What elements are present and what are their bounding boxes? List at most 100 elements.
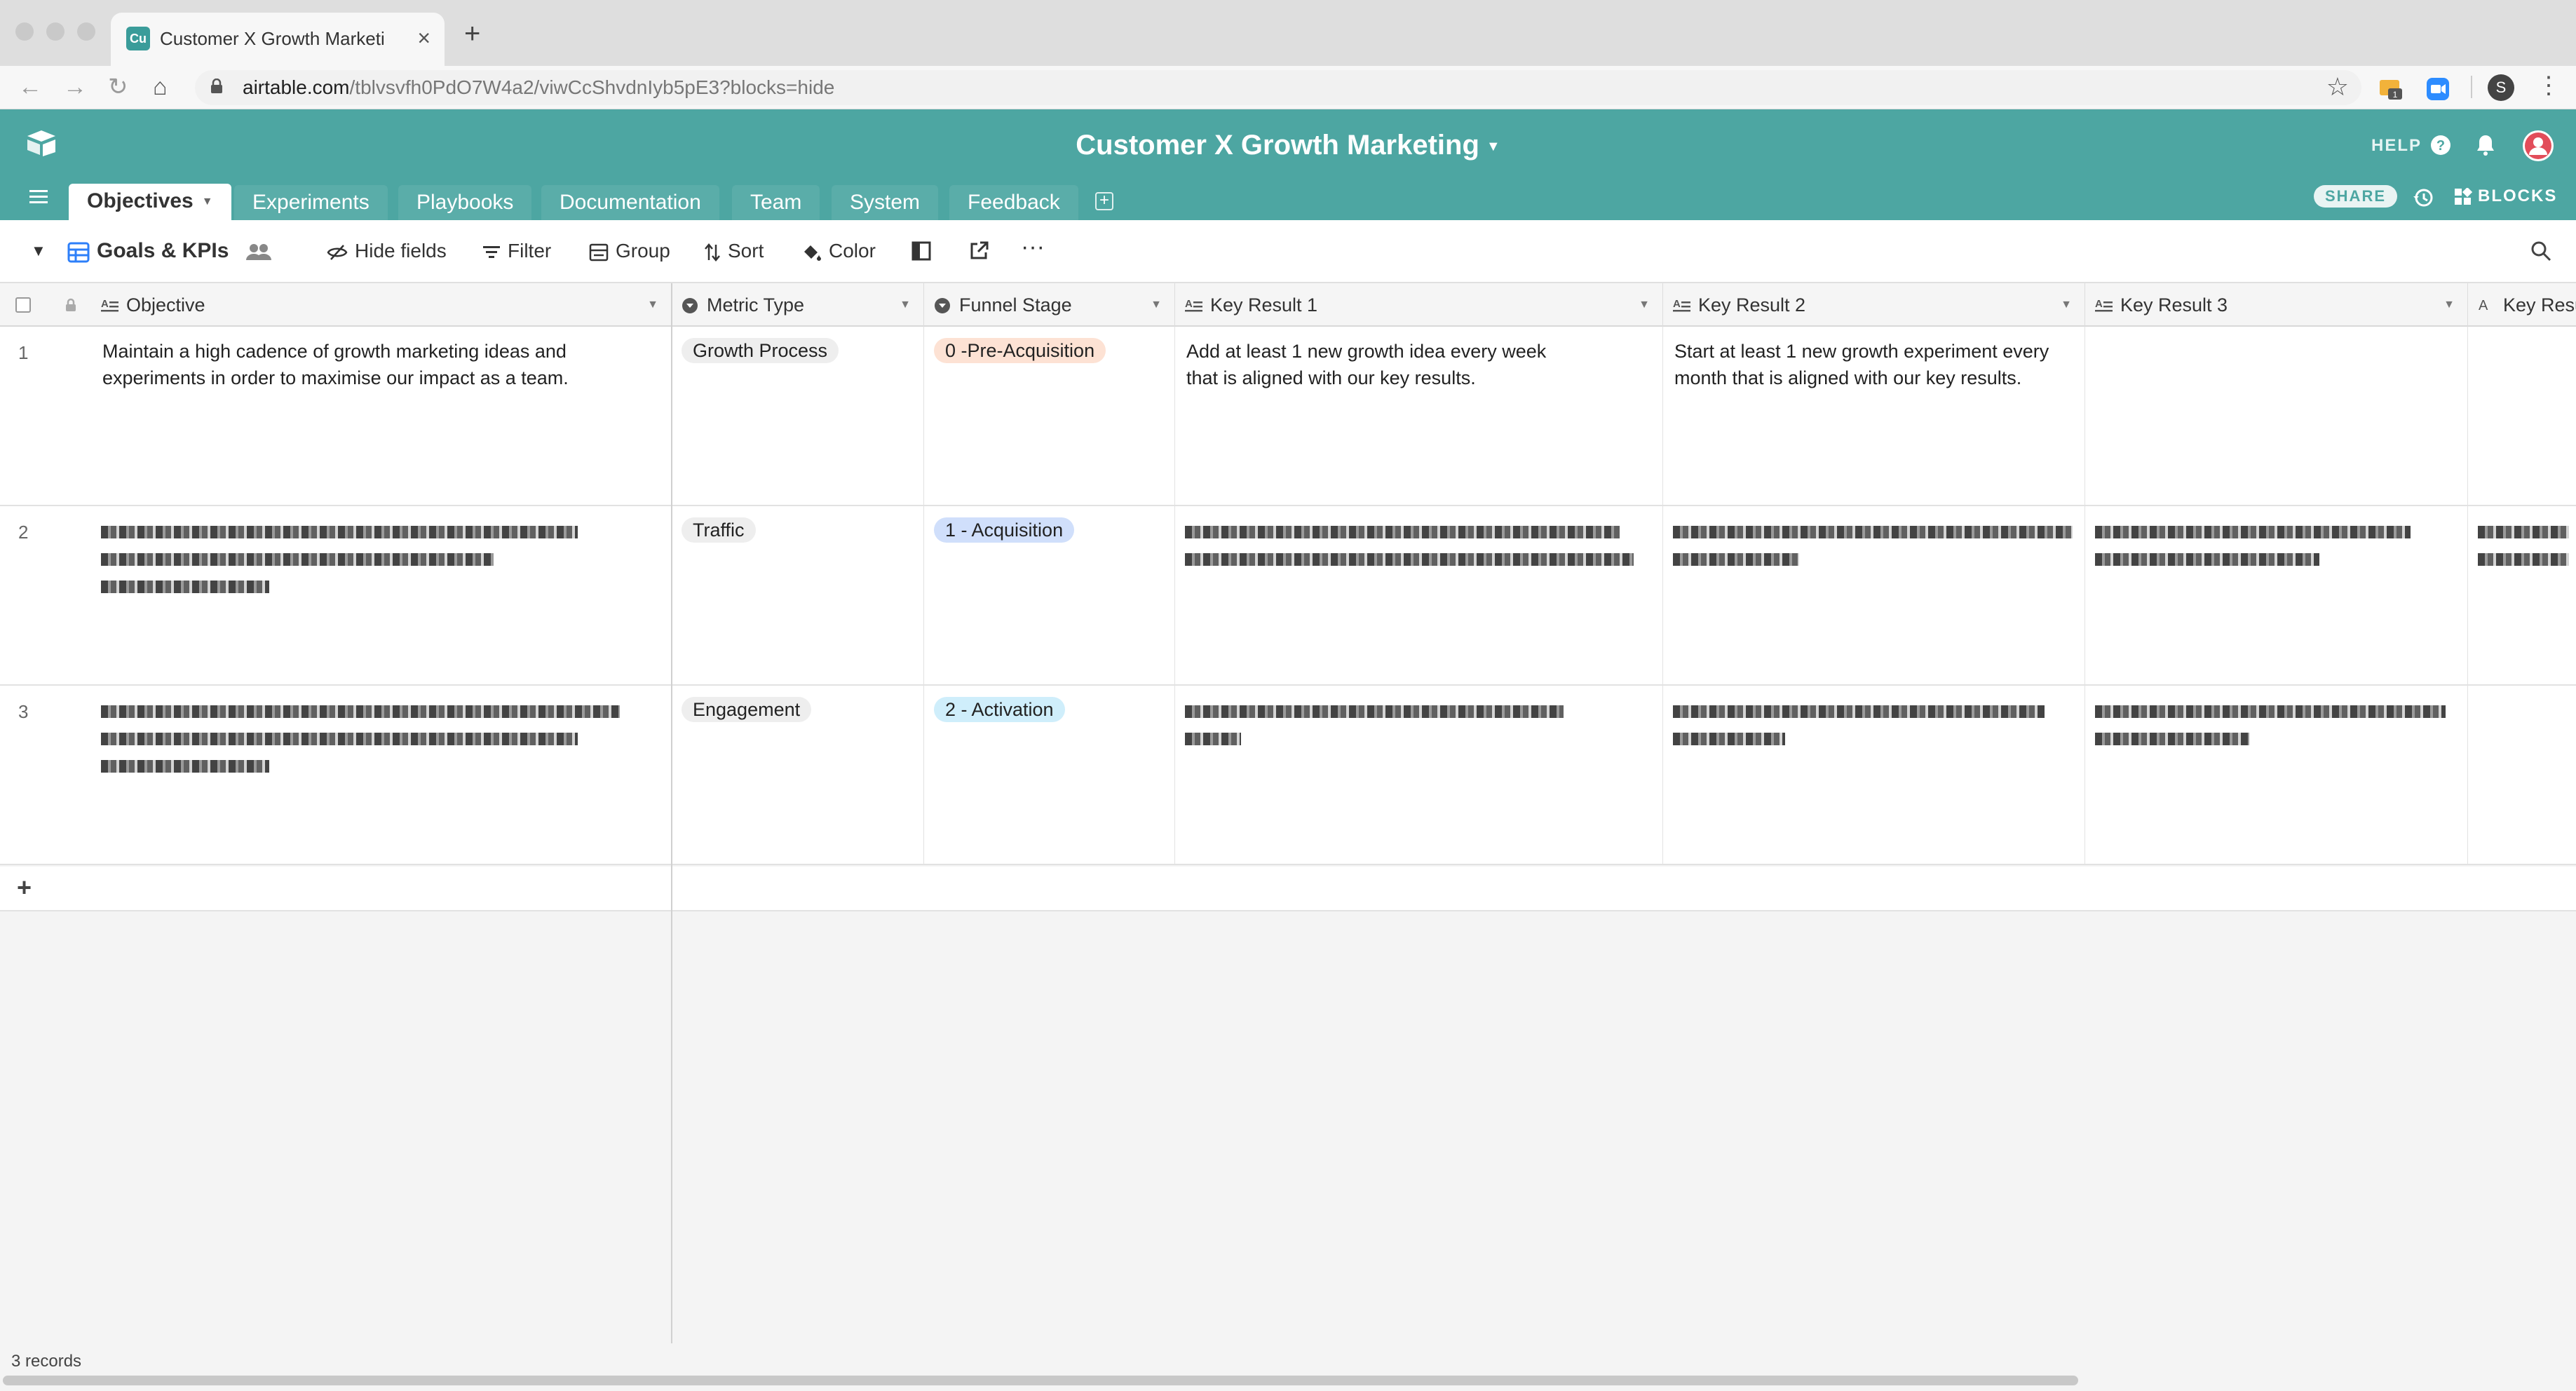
new-tab-button[interactable]: + — [464, 18, 480, 49]
redacted-text — [101, 705, 648, 787]
collaborators-icon[interactable] — [245, 241, 273, 262]
select-all-checkbox[interactable] — [15, 297, 31, 313]
zoom-extension-icon[interactable] — [2426, 77, 2450, 101]
base-title[interactable]: Customer X Growth Marketing ▼ — [0, 128, 2576, 164]
filter-button[interactable]: Filter — [482, 237, 551, 265]
column-menu-chevron-icon[interactable]: ▼ — [647, 283, 658, 327]
cell-key-result-1[interactable]: Add at least 1 new growth idea every wee… — [1175, 327, 1663, 506]
minimize-window-button[interactable] — [46, 22, 65, 41]
browser-menu-icon[interactable]: ⋮ — [2537, 72, 2561, 100]
cell-key-result-2[interactable] — [1663, 686, 2085, 865]
cell-key-result-1[interactable] — [1175, 686, 1663, 865]
sort-label: Sort — [728, 240, 764, 262]
history-icon[interactable] — [2412, 186, 2434, 209]
tab-playbooks[interactable]: Playbooks — [398, 185, 532, 220]
filter-label: Filter — [508, 240, 552, 262]
blocks-button[interactable]: BLOCKS — [2454, 184, 2557, 209]
column-header-key-result-3[interactable]: A Key Result 3 ▼ — [2085, 283, 2468, 327]
tab-documentation[interactable]: Documentation — [541, 185, 719, 220]
funnel-stage-pill: 1 - Acquisition — [934, 517, 1075, 543]
column-header-metric-type[interactable]: Metric Type ▼ — [672, 283, 924, 327]
column-menu-chevron-icon[interactable]: ▼ — [900, 283, 911, 327]
share-button[interactable]: SHARE — [2314, 185, 2398, 208]
column-menu-chevron-icon[interactable]: ▼ — [2443, 283, 2455, 327]
group-button[interactable]: Group — [589, 237, 670, 265]
forward-arrow-icon[interactable]: → — [63, 73, 87, 101]
column-header-key-result-2[interactable]: A Key Result 2 ▼ — [1663, 283, 2085, 327]
column-menu-chevron-icon[interactable]: ▼ — [2061, 283, 2072, 327]
cell-key-result-4[interactable] — [2468, 506, 2576, 686]
cell-key-result-4[interactable] — [2468, 686, 2576, 865]
back-arrow-icon[interactable]: ← — [18, 73, 42, 101]
user-avatar-icon[interactable] — [2521, 129, 2555, 163]
sort-button[interactable]: Sort — [704, 237, 764, 265]
cell-key-result-4[interactable] — [2468, 327, 2576, 506]
cell-key-result-3[interactable] — [2085, 506, 2468, 686]
cell-metric-type[interactable]: Growth Process — [672, 327, 924, 506]
cell-key-result-3[interactable] — [2085, 686, 2468, 865]
tab-objectives[interactable]: Objectives ▼ — [69, 184, 231, 220]
tab-chevron-down-icon[interactable]: ▼ — [202, 196, 213, 208]
cell-objective[interactable]: Maintain a high cadence of growth market… — [91, 327, 672, 506]
table-row[interactable]: 2 Traffic 1 - Acquisition — [0, 506, 2576, 686]
hide-fields-button[interactable]: Hide fields — [327, 237, 447, 265]
view-switcher-chevron-icon[interactable]: ▼ — [31, 237, 46, 265]
home-icon[interactable]: ⌂ — [153, 73, 168, 101]
more-options-icon[interactable]: ··· — [1021, 233, 1045, 261]
cell-metric-type[interactable]: Traffic — [672, 506, 924, 686]
cell-key-result-2[interactable]: Start at least 1 new growth experiment e… — [1663, 327, 2085, 506]
objective-text: Maintain a high cadence of growth market… — [102, 341, 569, 388]
long-text-icon: A — [1673, 298, 1690, 312]
cell-objective[interactable] — [91, 506, 672, 686]
tab-experiments[interactable]: Experiments — [234, 185, 388, 220]
cell-funnel-stage[interactable]: 0 -Pre-Acquisition — [924, 327, 1175, 506]
redacted-text — [2095, 705, 2460, 760]
column-header-key-result-4[interactable]: A Key Resu — [2468, 283, 2576, 327]
column-header-objective[interactable]: A Objective ▼ — [91, 283, 672, 327]
bookmark-star-icon[interactable]: ☆ — [2326, 73, 2349, 101]
add-table-icon[interactable]: + — [1095, 192, 1113, 210]
tab-system[interactable]: System — [832, 185, 939, 220]
help-button[interactable]: HELP — [2371, 133, 2422, 158]
cell-metric-type[interactable]: Engagement — [672, 686, 924, 865]
color-button[interactable]: Color — [802, 237, 876, 265]
notification-bell-icon[interactable] — [2475, 133, 2496, 157]
hamburger-menu-icon[interactable] — [28, 186, 49, 208]
help-question-icon[interactable]: ? — [2429, 133, 2453, 157]
column-menu-chevron-icon[interactable]: ▼ — [1639, 283, 1650, 327]
close-window-button[interactable] — [15, 22, 34, 41]
column-menu-chevron-icon[interactable]: ▼ — [1151, 283, 1162, 327]
add-record-plus-icon[interactable]: + — [17, 874, 32, 902]
close-tab-icon[interactable]: × — [417, 25, 431, 50]
maximize-window-button[interactable] — [77, 22, 95, 41]
table-row[interactable]: 1 Maintain a high cadence of growth mark… — [0, 327, 2576, 506]
metric-type-pill: Traffic — [682, 517, 756, 543]
table-row[interactable]: 3 Engagement 2 - Activation — [0, 686, 2576, 865]
search-icon[interactable] — [2530, 240, 2552, 262]
cell-key-result-3[interactable] — [2085, 327, 2468, 506]
browser-tab[interactable]: Cu Customer X Growth Marketing: × — [111, 13, 445, 66]
row-height-icon[interactable] — [911, 241, 931, 261]
profile-avatar[interactable]: S — [2488, 74, 2514, 101]
cell-key-result-1[interactable] — [1175, 506, 1663, 686]
cell-funnel-stage[interactable]: 1 - Acquisition — [924, 506, 1175, 686]
cell-objective[interactable] — [91, 686, 672, 865]
horizontal-scrollbar[interactable] — [3, 1376, 2078, 1385]
tab-feedback[interactable]: Feedback — [949, 185, 1078, 220]
hide-fields-label: Hide fields — [355, 240, 447, 262]
hide-fields-icon — [327, 244, 348, 260]
frozen-column-divider[interactable] — [671, 283, 672, 1391]
cell-key-result-2[interactable] — [1663, 506, 2085, 686]
reload-icon[interactable]: ↻ — [108, 73, 128, 101]
add-record-row[interactable]: + — [0, 867, 2576, 911]
tab-team[interactable]: Team — [732, 185, 820, 220]
grid-view-icon — [67, 242, 90, 263]
view-selector[interactable]: Goals & KPIs — [67, 237, 229, 265]
column-header-key-result-1[interactable]: A Key Result 1 ▼ — [1175, 283, 1663, 327]
extension-icon[interactable]: 1 — [2378, 77, 2404, 101]
column-header-funnel-stage[interactable]: Funnel Stage ▼ — [924, 283, 1175, 327]
share-view-icon[interactable] — [969, 241, 989, 261]
long-text-icon: A — [1185, 298, 1202, 312]
address-bar[interactable]: airtable.com/tblvsvfh0PdO7W4a2/viwCcShvd… — [195, 70, 2361, 105]
cell-funnel-stage[interactable]: 2 - Activation — [924, 686, 1175, 865]
